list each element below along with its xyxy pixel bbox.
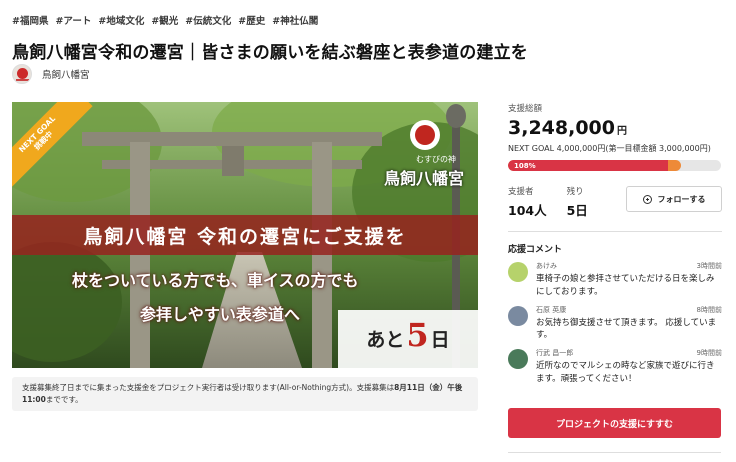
project-owner[interactable]: 鳥飼八幡宮 — [12, 64, 90, 84]
amount-value: 3,248,000 — [508, 117, 615, 139]
comment-item: 石原 英康 8時間前 お気持ち御支援させて頂きます。 応援しています。 — [508, 305, 722, 343]
supporters-value: 104人 — [508, 203, 547, 218]
tag[interactable]: #観光 — [151, 13, 178, 27]
avatar[interactable] — [508, 349, 528, 369]
total-label: 支援総額 — [508, 104, 543, 114]
notice-text-end: までです。 — [45, 394, 83, 404]
follow-button[interactable]: フォローする — [626, 186, 722, 212]
comment-author[interactable]: 石原 英康 — [536, 305, 566, 315]
tag-list: #福岡県 #アート #地域文化 #観光 #伝統文化 #歴史 #神社仏閣 — [12, 13, 318, 27]
mitsudomoe-icon — [410, 120, 440, 150]
shrine-logo: むすびの神 鳥飼八幡宮 — [378, 120, 468, 189]
avatar[interactable] — [508, 305, 528, 326]
comment-time: 3時間前 — [696, 262, 722, 270]
hero-banner-text: 鳥飼八幡宮 令和の遷宮にご支援を — [83, 225, 407, 248]
remain-prefix: あと — [366, 329, 405, 351]
comments-heading: 応援コメント — [508, 245, 563, 255]
days-remaining-badge: あと 5 日 — [338, 310, 478, 368]
comment-author[interactable]: あけみ — [536, 261, 557, 271]
remain-suffix: 日 — [430, 329, 450, 351]
divider — [508, 452, 721, 453]
logo-subtitle: むすびの神 — [416, 155, 456, 164]
remaining-value: 5日 — [566, 203, 588, 218]
tag[interactable]: #福岡県 — [12, 13, 48, 27]
tag[interactable]: #地域文化 — [98, 13, 144, 27]
tag[interactable]: #アート — [55, 13, 91, 27]
comment-text: お気持ち御支援させて頂きます。 応援しています。 — [536, 317, 717, 341]
comment-time: 9時間前 — [696, 349, 722, 357]
comment-item: 行武 昌一郎 9時間前 近所なのでマルシェの時など家族で遊びに行きます。頑張って… — [508, 348, 722, 386]
comment-text: 近所なのでマルシェの時など家族で遊びに行きます。頑張ってください！ — [536, 361, 715, 384]
remaining-stat: 残り 5日 — [567, 185, 588, 219]
support-project-button[interactable]: プロジェクトの支援にすすむ — [508, 408, 721, 438]
total-amount: 3,248,000 円 — [508, 117, 722, 139]
notice-text: 支援募集終了日までに集まった支援金をプロジェクト実行者は受け取ります(All-o… — [22, 383, 395, 392]
supporters-label: 支援者 — [508, 187, 534, 197]
project-title: 鳥飼八幡宮令和の遷宮｜皆さまの願いを結ぶ磐座と表参道の建立を — [12, 43, 528, 63]
progress-fill-main: 108% — [508, 160, 668, 171]
all-or-nothing-notice: 支援募集終了日までに集まった支援金をプロジェクト実行者は受け取ります(All-o… — [12, 377, 478, 411]
avatar[interactable] — [508, 262, 528, 282]
tag[interactable]: #歴史 — [238, 13, 265, 27]
tag[interactable]: #神社仏閣 — [272, 13, 318, 27]
funding-panel: 支援総額 3,248,000 円 NEXT GOAL 4,000,000円(第一… — [508, 102, 722, 386]
logo-name: 鳥飼八幡宮 — [383, 169, 464, 188]
owner-name[interactable]: 鳥飼八幡宮 — [42, 67, 90, 81]
comment-author[interactable]: 行武 昌一郎 — [536, 348, 573, 358]
owner-logo — [12, 64, 32, 84]
tag[interactable]: #伝統文化 — [185, 13, 231, 27]
hero-caption-line1: 杖をついている方でも、車イスの方でも — [72, 271, 359, 290]
comment-item: あけみ 3時間前 車椅子の娘と参拝させていただける日を楽しみにしております。 — [508, 261, 722, 299]
supporters-stat: 支援者 104人 — [508, 185, 547, 219]
remain-number: 5 — [406, 316, 429, 354]
next-goal-text: NEXT GOAL 4,000,000円(第一目標金額 3,000,000円) — [508, 144, 711, 153]
comment-text: 車椅子の娘と参拝させていただける日を楽しみにしております。 — [536, 274, 715, 297]
follow-label: フォローする — [657, 194, 706, 204]
remaining-label: 残り — [566, 187, 584, 197]
amount-currency: 円 — [616, 126, 627, 137]
stats-row: 支援者 104人 残り 5日 フォローする — [508, 185, 722, 219]
comment-time: 8時間前 — [696, 305, 722, 314]
plus-circle-icon — [642, 194, 652, 204]
hero-image: NEXT GOAL 挑戦中 むすびの神 鳥飼八幡宮 鳥飼八幡宮 令和の遷宮にご支… — [12, 102, 478, 368]
progress-percent: 108% — [514, 161, 536, 170]
divider — [508, 231, 722, 232]
progress-bar: 108% — [508, 160, 721, 171]
hero-banner: 鳥飼八幡宮 令和の遷宮にご支援を — [12, 215, 478, 255]
hero-caption-line2: 参拝しやすい表参道へ — [140, 305, 300, 324]
